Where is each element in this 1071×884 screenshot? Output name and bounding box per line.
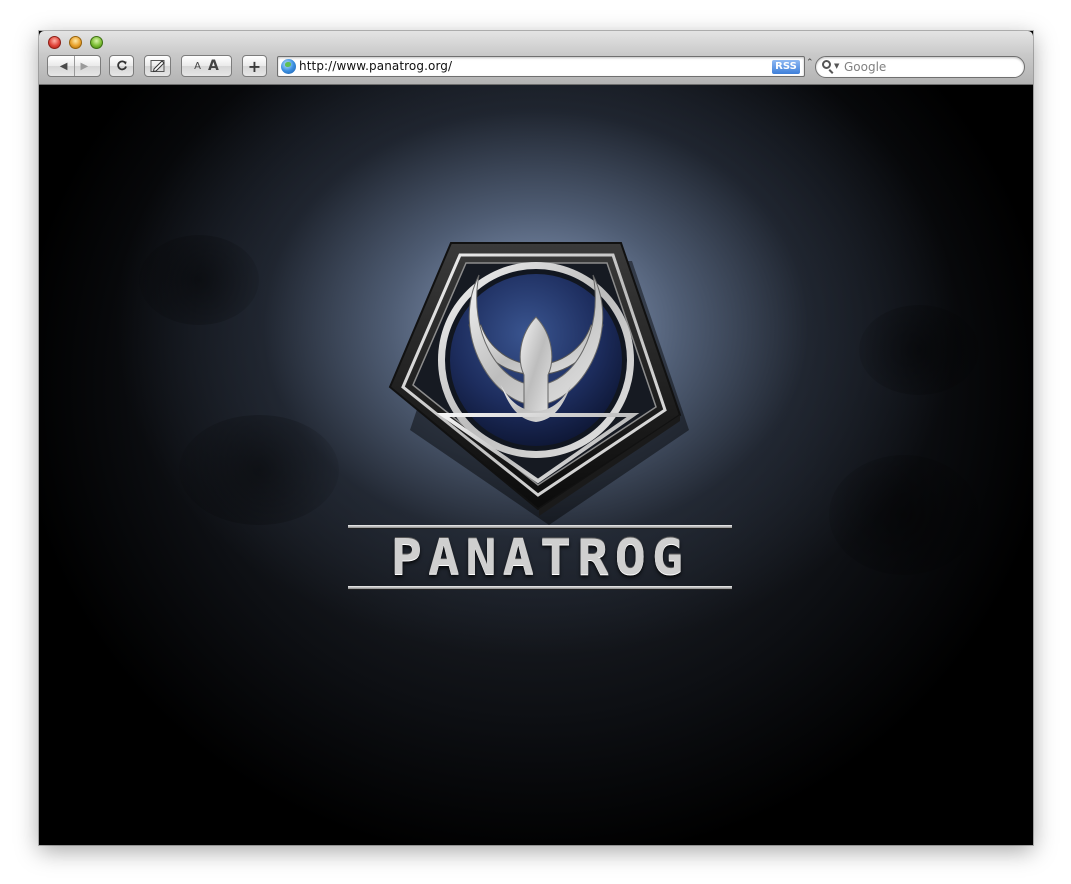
search-icon[interactable] [822, 60, 831, 69]
add-bookmark-button[interactable]: + [242, 55, 267, 77]
chevron-down-icon[interactable]: ▼ [834, 62, 839, 70]
browser-window: ◀ ▶ A A + http://www.panatrog.org/ RSS ⌃… [39, 31, 1033, 845]
rss-badge[interactable]: RSS [772, 60, 800, 74]
bug-report-button[interactable] [144, 55, 171, 77]
close-window-icon[interactable] [48, 36, 61, 49]
text-bigger-button[interactable]: A [208, 58, 219, 74]
globe-icon [281, 59, 296, 74]
zoom-window-icon[interactable] [90, 36, 103, 49]
search-input[interactable]: Google [844, 60, 886, 74]
reload-button[interactable] [109, 55, 134, 77]
brand-bottom-rule [348, 586, 732, 589]
chevron-up-icon[interactable]: ⌃ [806, 58, 814, 68]
address-bar[interactable]: http://www.panatrog.org/ [277, 56, 805, 77]
panatrog-emblem-icon [388, 242, 689, 525]
brand-top-rule [348, 525, 732, 528]
reload-icon [116, 60, 127, 71]
forward-arrow-icon[interactable]: ▶ [81, 61, 89, 72]
text-size-buttons: A A [181, 55, 232, 77]
page-content: PANATROG [39, 85, 1033, 845]
search-field[interactable]: ▼ Google [815, 56, 1025, 78]
brand-wordmark: PANATROG [390, 529, 690, 587]
minimize-window-icon[interactable] [69, 36, 82, 49]
pencil-edit-icon [150, 60, 165, 73]
address-input[interactable]: http://www.panatrog.org/ [299, 59, 452, 73]
nav-divider [73, 56, 75, 76]
text-smaller-button[interactable]: A [194, 61, 201, 72]
toolbar: ◀ ▶ A A + http://www.panatrog.org/ RSS ⌃… [39, 31, 1033, 85]
back-arrow-icon[interactable]: ◀ [60, 61, 68, 72]
brand-logo: PANATROG [348, 525, 732, 589]
back-forward-buttons: ◀ ▶ [47, 55, 101, 77]
